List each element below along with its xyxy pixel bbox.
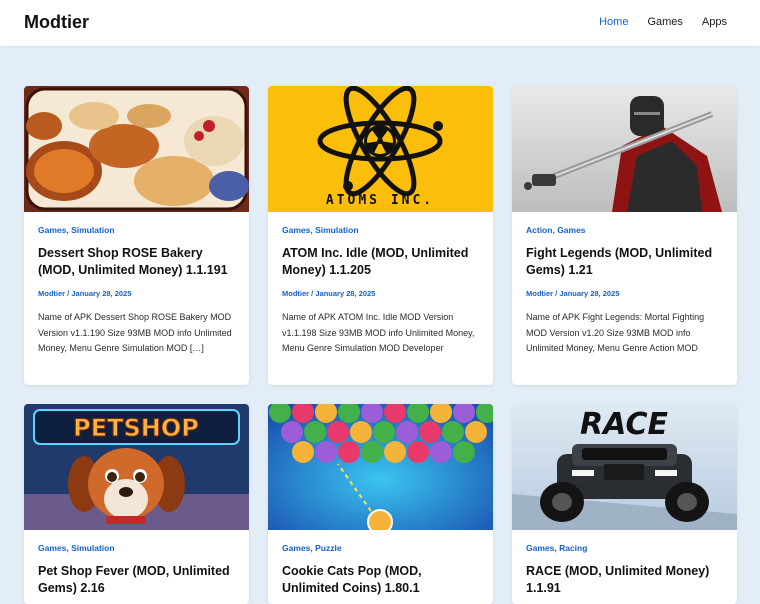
post-author[interactable]: Modtier <box>282 289 309 298</box>
post-title[interactable]: ATOM Inc. Idle (MOD, Unlimited Money) 1.… <box>282 245 479 279</box>
post-categories: Games, Simulation <box>282 225 359 235</box>
post-categories: Action, Games <box>526 225 586 235</box>
category-link[interactable]: Racing <box>559 543 587 553</box>
post-grid: Games, Simulation Dessert Shop ROSE Bake… <box>24 86 737 604</box>
post-title[interactable]: Cookie Cats Pop (MOD, Unlimited Coins) 1… <box>282 563 479 597</box>
nav-games[interactable]: Games <box>647 16 682 28</box>
post-categories: Games, Simulation <box>38 225 115 235</box>
post-date: January 28, 2025 <box>71 289 132 298</box>
post-title[interactable]: Fight Legends (MOD, Unlimited Gems) 1.21 <box>526 245 723 279</box>
category-link[interactable]: Games <box>282 225 310 235</box>
post-thumbnail-petshop[interactable]: PETSHOP <box>24 404 249 530</box>
nav-apps[interactable]: Apps <box>702 16 727 28</box>
post-author[interactable]: Modtier <box>38 289 65 298</box>
post-categories: Games, Simulation <box>38 543 115 553</box>
thumbnail-text: RACE <box>580 407 668 442</box>
post-thumbnail-knight[interactable] <box>512 86 737 212</box>
nav-home[interactable]: Home <box>599 16 628 28</box>
post-excerpt: Name of APK Dessert Shop ROSE Bakery MOD… <box>38 312 232 353</box>
post-title[interactable]: RACE (MOD, Unlimited Money) 1.1.91 <box>526 563 723 597</box>
category-link[interactable]: Action <box>526 225 552 235</box>
post-card: Action, Games Fight Legends (MOD, Unlimi… <box>512 86 737 385</box>
category-link[interactable]: Games <box>38 225 66 235</box>
post-card: ATOMS INC. Games, Simulation ATOM Inc. I… <box>268 86 493 385</box>
thumbnail-text: ATOMS INC. <box>326 193 434 208</box>
category-link[interactable]: Simulation <box>71 225 114 235</box>
category-link[interactable]: Games <box>557 225 585 235</box>
main-nav: Home Games Apps <box>599 16 727 28</box>
post-excerpt: Name of APK Fight Legends: Mortal Fighti… <box>526 312 705 353</box>
post-card: RACE Games, Racing RACE (MOD, Unlimited … <box>512 404 737 604</box>
post-excerpt: Name of APK ATOM Inc. Idle MOD Version v… <box>282 312 475 353</box>
post-date: January 28, 2025 <box>559 289 620 298</box>
post-thumbnail-cookie-cats[interactable] <box>268 404 493 530</box>
site-logo[interactable]: Modtier <box>24 12 89 33</box>
category-link[interactable]: Games <box>38 543 66 553</box>
category-link[interactable]: Simulation <box>315 225 358 235</box>
post-author[interactable]: Modtier <box>526 289 553 298</box>
post-card: Games, Simulation Dessert Shop ROSE Bake… <box>24 86 249 385</box>
post-categories: Games, Racing <box>526 543 588 553</box>
post-meta: Modtier / January 28, 2025 <box>38 289 132 298</box>
category-link[interactable]: Simulation <box>71 543 114 553</box>
category-link[interactable]: Puzzle <box>315 543 341 553</box>
post-title[interactable]: Dessert Shop ROSE Bakery (MOD, Unlimited… <box>38 245 235 279</box>
post-thumbnail-atom[interactable]: ATOMS INC. <box>268 86 493 212</box>
post-thumbnail-bakery[interactable] <box>24 86 249 212</box>
category-link[interactable]: Games <box>526 543 554 553</box>
site-header: Modtier Home Games Apps <box>0 0 760 46</box>
post-card: PETSHOP Games, Simulation Pet Shop Fever… <box>24 404 249 604</box>
thumbnail-text: PETSHOP <box>73 414 199 442</box>
post-thumbnail-race[interactable]: RACE <box>512 404 737 530</box>
post-meta: Modtier / January 28, 2025 <box>282 289 376 298</box>
post-meta: Modtier / January 28, 2025 <box>526 289 620 298</box>
post-categories: Games, Puzzle <box>282 543 342 553</box>
post-date: January 28, 2025 <box>315 289 376 298</box>
post-title[interactable]: Pet Shop Fever (MOD, Unlimited Gems) 2.1… <box>38 563 235 597</box>
post-card: Games, Puzzle Cookie Cats Pop (MOD, Unli… <box>268 404 493 604</box>
category-link[interactable]: Games <box>282 543 310 553</box>
